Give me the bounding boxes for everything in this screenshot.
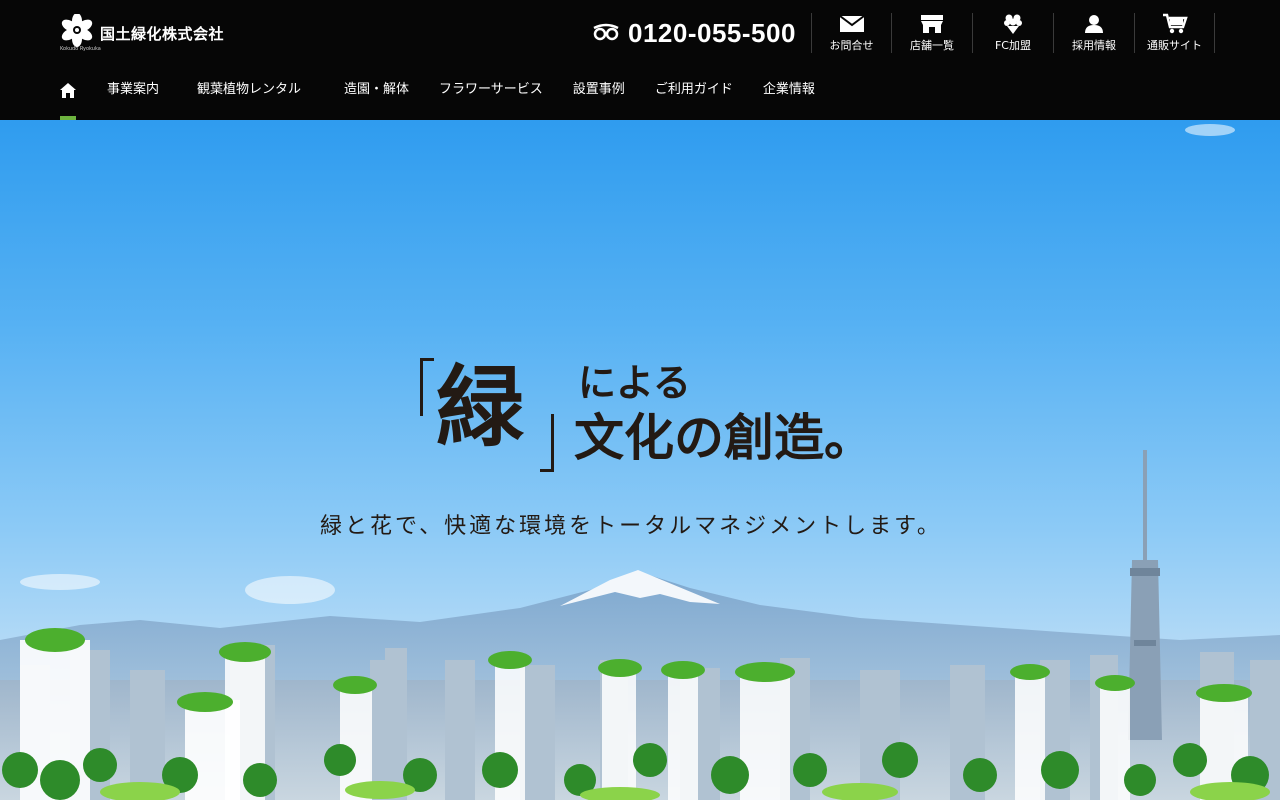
headline-big-char: 緑 <box>436 355 525 459</box>
nav-guide[interactable]: ご利用ガイド <box>655 70 733 110</box>
flower-icon <box>1002 13 1024 35</box>
flower-logo-icon: Kokudo Ryokuka <box>60 13 101 52</box>
free-dial-icon <box>592 23 620 45</box>
nav-plant-rental[interactable]: 観葉植物レンタル <box>197 70 301 110</box>
util-contact[interactable]: お問合せ <box>811 13 891 53</box>
home-icon <box>60 83 76 102</box>
open-bracket <box>420 358 434 416</box>
close-bracket <box>540 414 554 472</box>
logo-subtext: Kokudo Ryokuka <box>60 46 101 52</box>
util-shops[interactable]: 店舗一覧 <box>891 13 972 53</box>
nav-cases[interactable]: 設置事例 <box>573 70 625 110</box>
nav-landscaping[interactable]: 造園・解体 <box>344 70 409 110</box>
util-fc[interactable]: FC加盟 <box>972 13 1053 53</box>
shop-icon <box>920 13 944 35</box>
nav-business[interactable]: 事業案内 <box>107 70 159 110</box>
main-nav: 事業案内 観葉植物レンタル 造園・解体 フラワーサービス 設置事例 ご利用ガイド… <box>60 70 845 120</box>
util-recruit[interactable]: 採用情報 <box>1053 13 1134 53</box>
mail-icon <box>838 13 865 35</box>
hero-subline: 緑と花で、快適な環境をトータルマネジメントします。 <box>320 514 942 539</box>
nav-flower-service[interactable]: フラワーサービス <box>439 70 543 110</box>
utility-nav: お問合せ 店舗一覧 FC加盟 採用情報 通販サイト <box>811 13 1215 53</box>
phone-number[interactable]: 0120-055-500 <box>592 18 796 49</box>
util-shops-label: 店舗一覧 <box>910 39 954 52</box>
hero-section: 緑 による 文化の創造。 緑と花で、快適な環境をトータルマネジメントします。 <box>0 120 1280 800</box>
util-fc-label: FC加盟 <box>994 39 1031 52</box>
util-contact-label: お問合せ <box>829 39 874 52</box>
headline-line-2: 文化の創造。 <box>574 408 874 467</box>
phone-text: 0120-055-500 <box>628 18 796 48</box>
nav-home[interactable] <box>60 70 76 120</box>
headline-line-1: による <box>578 360 691 405</box>
util-recruit-label: 採用情報 <box>1072 39 1116 52</box>
site-header: Kokudo Ryokuka 国土緑化株式会社 0120-055-500 お問合… <box>0 0 1280 120</box>
site-logo[interactable]: Kokudo Ryokuka 国土緑化株式会社 <box>60 13 225 52</box>
util-shop-online-label: 通販サイト <box>1147 39 1202 52</box>
cart-icon <box>1162 13 1188 35</box>
company-name: 国土緑化株式会社 <box>100 24 225 43</box>
util-shop-online[interactable]: 通販サイト <box>1134 13 1215 53</box>
hero-headline: 緑 による 文化の創造。 <box>418 355 878 478</box>
person-icon <box>1084 13 1104 35</box>
nav-company[interactable]: 企業情報 <box>763 70 815 110</box>
